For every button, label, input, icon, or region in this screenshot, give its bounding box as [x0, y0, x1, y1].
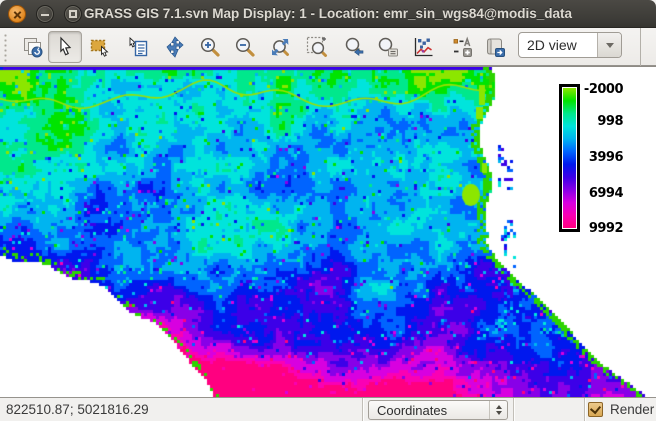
- zoom-back-icon: [343, 35, 367, 59]
- pointer-icon: [53, 35, 77, 59]
- legend-label: 9992: [583, 222, 623, 235]
- view-mode-value: 2D view: [519, 37, 597, 53]
- zoom-out-button[interactable]: [231, 31, 259, 63]
- select-region-button[interactable]: [86, 31, 114, 63]
- select-region-icon: [88, 35, 112, 59]
- analyze-map-icon: [411, 35, 435, 59]
- export-map-icon: [483, 35, 507, 59]
- statusbar-separator: [584, 398, 585, 421]
- chevron-down-icon: [606, 43, 614, 48]
- render-checkbox-label: Render: [610, 398, 654, 421]
- legend-label: 6994: [583, 187, 623, 200]
- map-display-area: -2000 998 3996 6994 9992: [0, 66, 656, 397]
- export-map-button[interactable]: [481, 31, 509, 63]
- zoom-extent-icon: [268, 35, 292, 59]
- query-button[interactable]: [124, 31, 152, 63]
- zoom-options-button[interactable]: [374, 31, 402, 63]
- raster-legend: -2000 998 3996 6994 9992: [559, 84, 629, 232]
- zoom-region-icon: [305, 35, 329, 59]
- zoom-extent-button[interactable]: [266, 31, 294, 63]
- map-toolbar: 2D view: [0, 28, 656, 66]
- render-checkbox[interactable]: [588, 402, 603, 417]
- dropdown-button[interactable]: [597, 33, 621, 57]
- pan-icon: [163, 35, 187, 59]
- zoom-back-button[interactable]: [341, 31, 369, 63]
- toolbar-grip[interactable]: [2, 32, 8, 62]
- add-map-elements-button[interactable]: [448, 31, 476, 63]
- spinner-buttons[interactable]: [489, 401, 507, 419]
- zoom-in-button[interactable]: [196, 31, 224, 63]
- legend-label: 998: [583, 115, 623, 128]
- statusbar-mode-combobox[interactable]: Coordinates: [368, 400, 508, 420]
- spinner-up-icon: [496, 405, 502, 409]
- checkmark-icon: [590, 403, 601, 414]
- zoom-options-icon: [376, 35, 400, 59]
- titlebar[interactable]: GRASS GIS 7.1.svn Map Display: 1 - Locat…: [0, 0, 656, 28]
- grass-map-display-window: GRASS GIS 7.1.svn Map Display: 1 - Locat…: [0, 0, 656, 421]
- analyze-map-button[interactable]: [409, 31, 437, 63]
- legend-label: 3996: [583, 151, 623, 164]
- statusbar-separator: [513, 398, 514, 421]
- display-map-button[interactable]: [19, 31, 47, 63]
- spinner-down-icon: [496, 411, 502, 415]
- legend-label: -2000: [583, 83, 623, 96]
- zoom-in-icon: [198, 35, 222, 59]
- zoom-out-icon: [233, 35, 257, 59]
- pointer-button[interactable]: [48, 31, 82, 63]
- statusbar-mode-value: Coordinates: [369, 403, 489, 418]
- add-map-elements-icon: [450, 35, 474, 59]
- window-title: GRASS GIS 7.1.svn Map Display: 1 - Locat…: [0, 0, 656, 28]
- map-canvas[interactable]: [0, 67, 656, 397]
- legend-color-bar: [559, 84, 580, 232]
- coordinates-readout: 822510.87; 5021816.29: [6, 398, 149, 421]
- query-icon: [126, 35, 150, 59]
- zoom-region-button[interactable]: [303, 31, 331, 63]
- pan-button[interactable]: [161, 31, 189, 63]
- view-mode-dropdown[interactable]: 2D view: [518, 32, 622, 58]
- toolbar-separator: [640, 28, 641, 66]
- statusbar: 822510.87; 5021816.29 Coordinates Render: [0, 397, 656, 421]
- statusbar-separator: [362, 398, 363, 421]
- legend-gradient: [563, 88, 576, 228]
- display-map-icon: [21, 35, 45, 59]
